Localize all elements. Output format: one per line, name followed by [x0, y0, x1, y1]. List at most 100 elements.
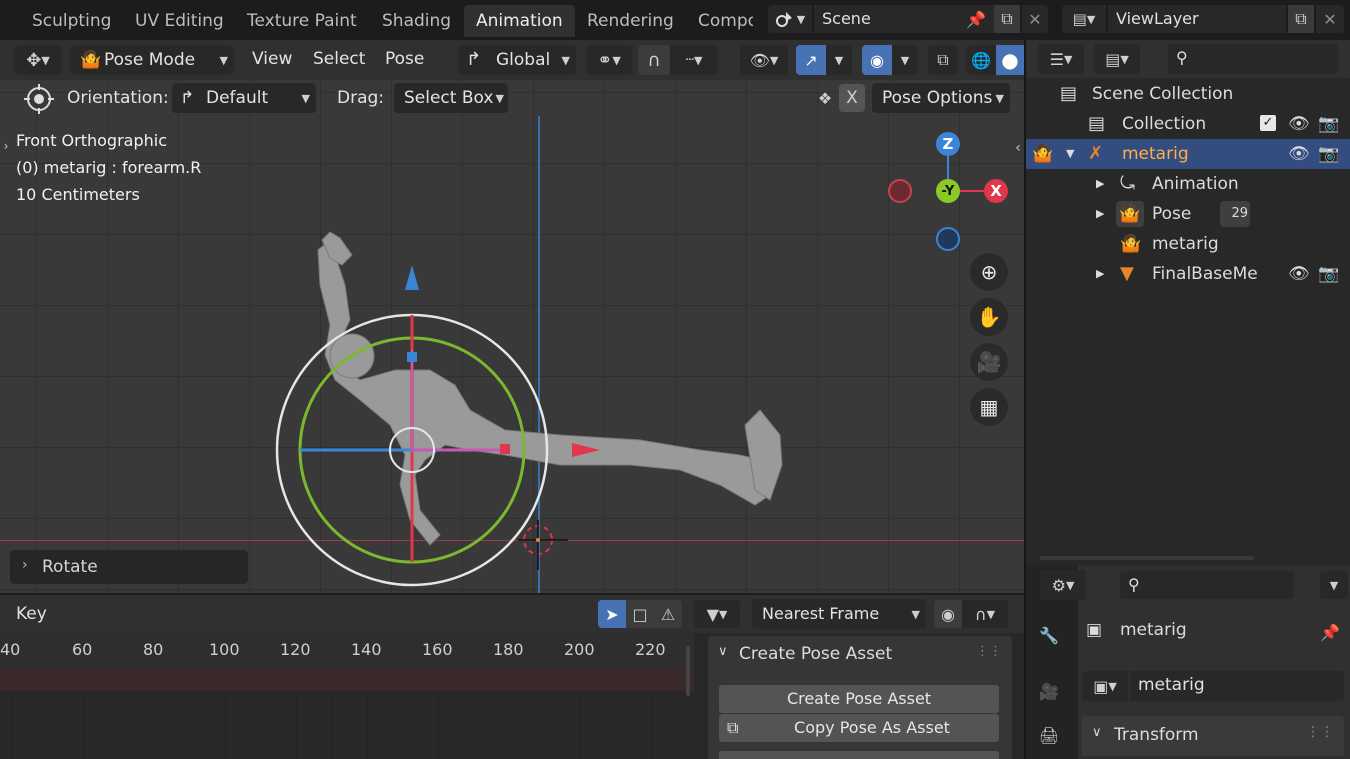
gizmo-x-axis[interactable]: X	[984, 179, 1008, 203]
tab-compositing[interactable]: Compo	[686, 5, 753, 37]
camera-render-icon[interactable]: 📷	[1318, 259, 1339, 289]
data-browse-button[interactable]: ▣ ▼	[1082, 671, 1128, 701]
search-icon: ⚲	[1128, 575, 1140, 594]
menu-pose[interactable]: Pose	[385, 49, 424, 69]
scene-selector-button[interactable]: ▼	[768, 5, 812, 33]
tab-texture-paint[interactable]: Texture Paint	[235, 5, 369, 37]
gizmo-toggle[interactable]: ↗	[796, 45, 826, 75]
outliner-label: Scene Collection	[1092, 84, 1234, 104]
xray-toggle[interactable]: ⧉	[928, 45, 958, 75]
outliner-row-scene-collection[interactable]: ▤ Scene Collection	[1026, 79, 1350, 109]
falloff-icon: ∩	[974, 604, 987, 624]
render-tab-icon[interactable]: 🎥	[1034, 676, 1064, 706]
timeline-scrollbar[interactable]	[686, 646, 690, 696]
properties-options-dropdown[interactable]: ▼	[1320, 571, 1348, 599]
chevron-down-icon[interactable]: ∨	[718, 644, 728, 659]
copy-pose-as-asset-button[interactable]: ⧉ Copy Pose As Asset	[719, 714, 999, 742]
output-tab-icon[interactable]: 🖨	[1034, 720, 1064, 750]
tab-sculpting[interactable]: Sculpting	[20, 5, 123, 37]
rotate-gizmo[interactable]	[0, 80, 1024, 593]
expand-down-icon[interactable]: ▼	[1066, 139, 1074, 169]
3d-cursor	[518, 520, 568, 570]
transform-section-header[interactable]: ∨ Transform ⋮⋮	[1082, 716, 1344, 756]
checkbox-icon[interactable]: ✓	[1260, 115, 1276, 131]
snap-target-button[interactable]: ┄ ▼	[670, 45, 718, 75]
summary-channel-row[interactable]	[0, 667, 694, 691]
mode-dropdown[interactable]: 🤷 Pose Mode ▼	[70, 45, 234, 75]
remove-view-layer-icon[interactable]: ✕	[1316, 5, 1344, 33]
pan-hand-icon[interactable]: ✋	[970, 298, 1008, 336]
tool-tab-icon[interactable]: 🔧	[1034, 620, 1064, 650]
zoom-icon[interactable]: ⊕	[970, 253, 1008, 291]
overlay-toggle[interactable]: ◉	[862, 45, 892, 75]
only-selected-toggle[interactable]: ➤	[598, 600, 626, 628]
camera-render-icon[interactable]: 📷	[1318, 139, 1339, 169]
camera-icon[interactable]: 🎥	[970, 343, 1008, 381]
solid-shading-button[interactable]: ●	[996, 45, 1024, 75]
wireframe-shading-button[interactable]: 🌐	[966, 45, 996, 75]
outliner-search-input[interactable]: ⚲	[1168, 44, 1338, 74]
menu-select[interactable]: Select	[313, 49, 365, 69]
next-button-edge[interactable]	[719, 751, 999, 759]
grid-icon[interactable]: ▦	[970, 388, 1008, 426]
visibility-button[interactable]: 👁 ▼	[740, 45, 788, 75]
new-scene-icon[interactable]: ⧉	[994, 5, 1020, 33]
bone-count-badge[interactable]: 29	[1220, 201, 1250, 227]
menu-key[interactable]: Key	[16, 604, 47, 624]
drag-handle-icon[interactable]: ⋮⋮	[976, 644, 1002, 659]
view-layer-selector-button[interactable]: ▤ ▼	[1062, 5, 1106, 33]
display-mode-button[interactable]: ▤ ▼	[1094, 44, 1140, 74]
tab-animation[interactable]: Animation	[464, 5, 575, 37]
tab-rendering[interactable]: Rendering	[575, 5, 686, 37]
pin-icon[interactable]: 📌	[1316, 618, 1344, 646]
outliner-row-finalbasemesh[interactable]: ▶ ▼ FinalBaseMe 👁 📷	[1026, 259, 1350, 289]
outliner-editor-type-button[interactable]: ☰ ▼	[1038, 44, 1084, 74]
filters-button[interactable]: ▼ ▼	[694, 600, 740, 628]
only-errors-toggle[interactable]: ⚠	[654, 600, 682, 628]
proportional-edit-toggle[interactable]: ◉	[934, 600, 962, 628]
menu-view[interactable]: View	[252, 49, 292, 69]
keyframe-area[interactable]	[0, 691, 694, 759]
eye-icon[interactable]: 👁	[1288, 139, 1310, 169]
outliner-row-animation[interactable]: ▶ ⤿ Animation	[1026, 169, 1350, 199]
gizmo-neg-y-axis[interactable]: -Y	[936, 179, 960, 203]
gizmo-dropdown[interactable]: ▼	[826, 45, 852, 75]
eye-icon[interactable]: 👁	[1288, 259, 1310, 289]
close-icon[interactable]: ✕	[1022, 5, 1048, 33]
show-hidden-toggle[interactable]: □	[626, 600, 654, 628]
tab-uv-editing[interactable]: UV Editing	[123, 5, 236, 37]
snap-toggle[interactable]: ∩	[638, 45, 670, 75]
outliner-scrollbar[interactable]	[1040, 556, 1254, 560]
editor-type-button[interactable]: ✥ ▼	[14, 45, 62, 75]
falloff-dropdown[interactable]: ∩ ▼	[962, 600, 1008, 628]
properties-editor-type-button[interactable]: ⚙ ▼	[1040, 570, 1086, 600]
panel-title[interactable]: Create Pose Asset	[739, 644, 892, 664]
last-operator-panel[interactable]: › Rotate	[10, 550, 248, 584]
expand-right-icon[interactable]: ▶	[1096, 169, 1104, 199]
outliner-row-collection[interactable]: ▤ Collection ✓ 👁 📷	[1026, 109, 1350, 139]
camera-render-icon[interactable]: 📷	[1318, 109, 1339, 139]
properties-search-input[interactable]: ⚲	[1120, 571, 1294, 599]
pivot-point-button[interactable]: ⚭ ▼	[586, 45, 632, 75]
object-icon: ▣	[1086, 620, 1103, 640]
expand-right-icon[interactable]: ▶	[1096, 199, 1104, 229]
create-pose-asset-button[interactable]: Create Pose Asset	[719, 685, 999, 713]
object-name-input[interactable]: metarig	[1130, 671, 1344, 701]
outliner-label: FinalBaseMe	[1152, 264, 1258, 284]
collection-icon: ▤	[1088, 113, 1106, 134]
outliner-row-pose[interactable]: ▶ 🤷 Pose 29	[1026, 199, 1350, 229]
drag-handle-icon[interactable]: ⋮⋮	[1306, 724, 1334, 740]
new-view-layer-icon[interactable]: ⧉	[1288, 5, 1314, 33]
outliner-row-metarig[interactable]: 🤷 ▼ ✗ metarig 👁 📷	[1026, 139, 1350, 169]
view-layer-name-field[interactable]: ViewLayer	[1108, 5, 1286, 33]
3d-viewport[interactable]: Orientation: ↱ Default ▼ Drag: Select Bo…	[0, 80, 1024, 593]
pin-icon[interactable]: 📌	[962, 5, 990, 33]
transform-orientation-dropdown[interactable]: ↱ Global ▼	[458, 45, 576, 75]
outliner-row-armature-data[interactable]: 🤷 metarig	[1026, 229, 1350, 259]
tab-shading[interactable]: Shading	[370, 5, 463, 37]
gizmo-z-axis[interactable]: Z	[936, 132, 960, 156]
eye-icon[interactable]: 👁	[1288, 109, 1310, 139]
expand-right-icon[interactable]: ▶	[1096, 259, 1104, 289]
snap-mode-dropdown[interactable]: Nearest Frame ▼	[752, 599, 926, 629]
overlay-dropdown[interactable]: ▼	[892, 45, 918, 75]
